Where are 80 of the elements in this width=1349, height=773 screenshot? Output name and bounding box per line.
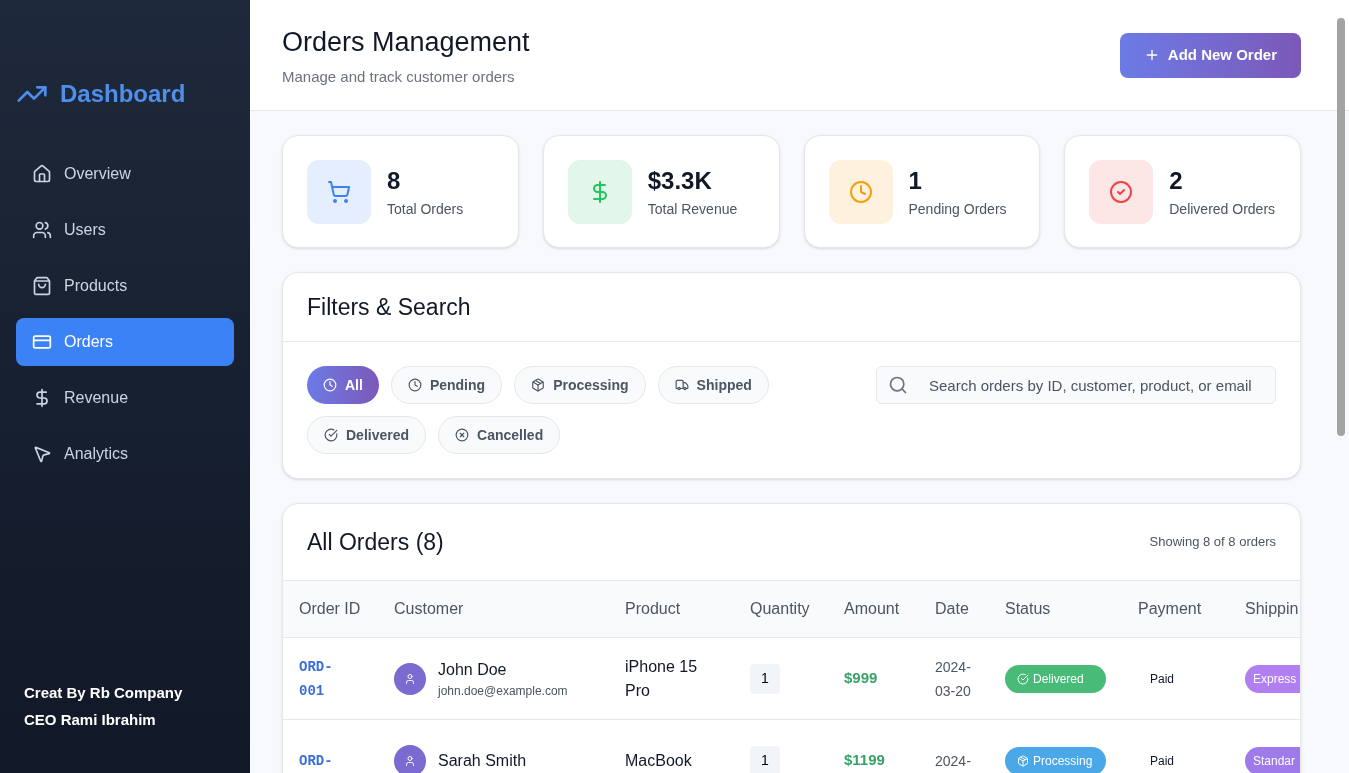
payment-text: Paid [1149, 752, 1176, 770]
stat-value: 2 [1169, 166, 1184, 196]
customer-email: john.doe@example.com [438, 682, 568, 700]
date-text: 2024- [935, 657, 972, 677]
search-field[interactable]: Search orders by ID, customer, product, or email [876, 366, 1276, 404]
person-icon [404, 672, 416, 685]
clock-icon [848, 179, 873, 204]
cart-icon [327, 179, 351, 204]
pointer-icon [32, 444, 52, 464]
page-title: Orders Management [282, 25, 530, 59]
filter-chip[interactable]: Processing [514, 366, 646, 404]
stat-label: Pending Orders [908, 200, 1007, 219]
status-icon [1017, 754, 1029, 767]
payment-text: Paid [1149, 670, 1176, 688]
filter-chip[interactable]: All [307, 366, 379, 404]
column-header: Payment [1138, 599, 1203, 619]
date-text: 03-20 [935, 681, 972, 701]
order-id-link[interactable]: ORD- [299, 748, 394, 773]
customer-name: Sarah Smith [438, 750, 527, 771]
page-subtitle: Manage and track customer orders [282, 67, 516, 87]
filter-chip[interactable]: Delivered [307, 416, 427, 454]
column-header: Date [935, 599, 970, 619]
stat-value: 1 [908, 166, 923, 196]
nav-item[interactable]: Orders [16, 318, 234, 366]
column-header: Product [625, 599, 682, 619]
shipping-badge: Standar [1245, 746, 1300, 773]
status-badge: Delivered [1005, 664, 1106, 693]
check-icon [1109, 179, 1134, 204]
nav-item[interactable]: Analytics [16, 430, 234, 478]
add-order-button[interactable]: Add New Order [1119, 32, 1301, 78]
stat-label: Total Revenue [647, 200, 738, 219]
person-icon [404, 754, 416, 767]
quantity-value: 1 [750, 663, 780, 694]
check-icon [324, 428, 338, 442]
search-icon [888, 375, 908, 395]
filter-chip[interactable]: Cancelled [438, 416, 561, 454]
order-id-link[interactable]: 001 [299, 678, 394, 703]
card-icon [32, 332, 52, 352]
bag-icon [32, 276, 52, 296]
quantity-value: 1 [750, 745, 780, 773]
orders-title: All Orders (8) [307, 527, 444, 557]
product-name: MacBook [625, 750, 693, 771]
brand-title: Dashboard [60, 79, 186, 109]
customer-name: John Doe [438, 659, 508, 680]
credit-text: Creat By Rb Company [24, 683, 184, 703]
shipping-badge: Express [1245, 664, 1300, 693]
product-name: Pro [625, 680, 651, 701]
amount-value: $1199 [844, 750, 886, 771]
users-icon [32, 220, 52, 240]
nav-item[interactable]: Revenue [16, 374, 234, 422]
order-id-link[interactable]: ORD- [299, 654, 394, 679]
date-text: 2024- [935, 751, 972, 771]
filter-chip[interactable]: Shipped [657, 366, 769, 404]
status-icon [1017, 672, 1029, 685]
stat-value: 8 [387, 166, 402, 196]
column-header: Customer [394, 599, 465, 619]
filter-chip[interactable]: Pending [390, 366, 503, 404]
column-header: Order ID [299, 599, 362, 619]
box-icon [531, 378, 546, 392]
column-header: Shippin [1245, 599, 1300, 619]
nav-item[interactable]: Products [16, 262, 234, 310]
status-badge: Processing [1005, 746, 1106, 773]
column-header: Status [1005, 599, 1052, 619]
x-icon [455, 428, 470, 442]
credit-text: CEO Rami Ibrahim [24, 709, 157, 730]
nav-item[interactable]: Overview [16, 150, 234, 198]
stat-value: $3.3K [647, 166, 713, 196]
stat-label: Total Orders [387, 200, 464, 219]
amount-value: $999 [844, 668, 879, 689]
clock-icon [323, 378, 337, 392]
clock-icon [407, 378, 422, 392]
column-header: Amount [844, 599, 901, 619]
column-header: Quantity [750, 599, 811, 619]
truck-icon [674, 378, 689, 392]
orders-count: Showing 8 of 8 orders [1149, 533, 1276, 552]
nav-item[interactable]: Users [16, 206, 234, 254]
home-icon [32, 164, 52, 184]
stat-label: Delivered Orders [1169, 200, 1276, 219]
filters-title: Filters & Search [307, 292, 471, 322]
product-name: iPhone 15 [625, 656, 699, 677]
